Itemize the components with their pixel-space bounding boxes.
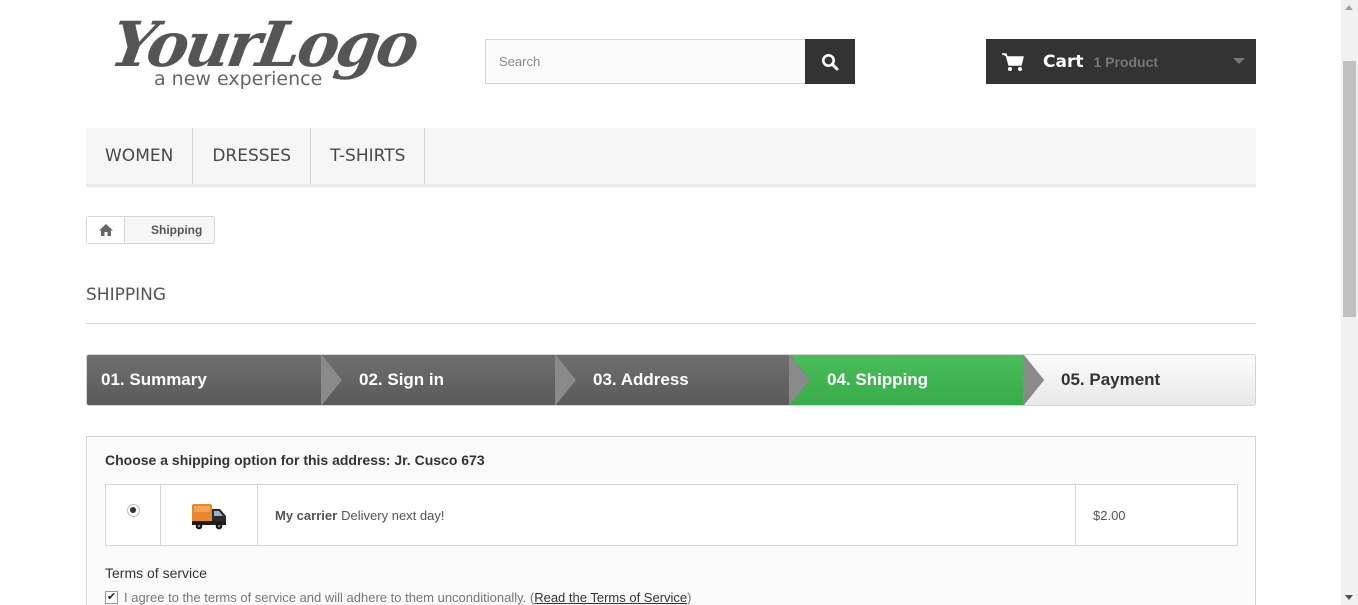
step-arrow bbox=[321, 355, 342, 405]
menu-item-dresses[interactable]: DRESSES bbox=[193, 128, 312, 184]
scroll-up-icon[interactable] bbox=[1345, 5, 1353, 10]
step-label: 02. Sign in bbox=[359, 370, 445, 389]
carrier-option-row[interactable]: My carrier Delivery next day! $2.00 bbox=[105, 484, 1238, 546]
terms-agreement: ✔ I agree to the terms of service and wi… bbox=[105, 590, 692, 605]
step-arrow bbox=[555, 355, 576, 405]
cart-icon bbox=[1002, 52, 1024, 71]
menu-item-women[interactable]: WOMEN bbox=[86, 128, 194, 184]
step-label: 01. Summary bbox=[101, 370, 207, 389]
site-logo[interactable]: YourLogo a new experience bbox=[106, 8, 422, 96]
terms-link[interactable]: Read the Terms of Service bbox=[534, 590, 687, 605]
page-title: SHIPPING bbox=[86, 285, 1256, 324]
main-menu: WOMEN DRESSES T-SHIRTS bbox=[86, 128, 1256, 187]
breadcrumb-current: Shipping bbox=[151, 223, 203, 237]
step-shipping: 04. Shipping bbox=[790, 355, 1044, 405]
step-arrow bbox=[789, 355, 810, 405]
carrier-radio-cell bbox=[106, 485, 161, 545]
shipping-options-title: Choose a shipping option for this addres… bbox=[105, 452, 485, 468]
cart-button[interactable]: Cart 1 Product bbox=[986, 39, 1256, 84]
truck-icon bbox=[192, 504, 226, 530]
step-label: 05. Payment bbox=[1061, 370, 1161, 389]
terms-agree-text: I agree to the terms of service and will… bbox=[124, 590, 535, 605]
search-input[interactable] bbox=[485, 39, 805, 84]
step-payment: 05. Payment bbox=[1024, 355, 1255, 405]
breadcrumb-home[interactable] bbox=[87, 217, 125, 243]
carrier-logo-cell bbox=[161, 485, 258, 545]
terms-close-paren: ) bbox=[687, 590, 692, 605]
step-label: 03. Address bbox=[593, 370, 689, 389]
step-label: 04. Shipping bbox=[827, 370, 929, 389]
carrier-radio[interactable] bbox=[126, 503, 140, 517]
search-bar bbox=[485, 39, 855, 84]
vertical-scrollbar[interactable] bbox=[1341, 0, 1358, 605]
step-summary[interactable]: 01. Summary bbox=[87, 355, 342, 405]
breadcrumb: Shipping bbox=[86, 216, 216, 244]
home-icon bbox=[98, 224, 113, 236]
carrier-delay: Delivery next day! bbox=[341, 507, 445, 523]
scroll-down-icon[interactable] bbox=[1345, 595, 1353, 600]
carrier-price: $2.00 bbox=[1093, 507, 1126, 523]
cart-label: Cart bbox=[1043, 51, 1084, 72]
search-button[interactable] bbox=[805, 39, 855, 84]
search-icon bbox=[822, 53, 839, 70]
step-arrow bbox=[1023, 355, 1044, 405]
checkout-steps: 01. Summary 02. Sign in 03. Address 04. … bbox=[86, 354, 1256, 406]
terms-heading: Terms of service bbox=[105, 565, 207, 581]
scrollbar-thumb[interactable] bbox=[1343, 61, 1356, 317]
carrier-name: My carrier bbox=[275, 507, 338, 523]
cart-quantity: 1 Product bbox=[1093, 53, 1159, 70]
step-sign-in[interactable]: 02. Sign in bbox=[322, 355, 576, 405]
logo-tagline: a new experience bbox=[154, 68, 323, 90]
carrier-description: My carrier Delivery next day! bbox=[258, 485, 1076, 545]
shipping-options-box: Choose a shipping option for this addres… bbox=[86, 436, 1256, 605]
chevron-down-icon[interactable] bbox=[1233, 58, 1245, 64]
step-address[interactable]: 03. Address bbox=[556, 355, 810, 405]
terms-checkbox[interactable]: ✔ bbox=[105, 591, 118, 604]
menu-item-t-shirts[interactable]: T-SHIRTS bbox=[311, 128, 426, 184]
